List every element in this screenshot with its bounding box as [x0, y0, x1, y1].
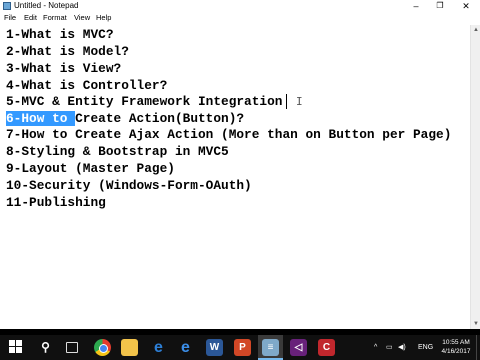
editor-line: 7-How to Create Ajax Action (More than o… [6, 127, 452, 142]
editor-line: 3-What is View? [6, 61, 122, 76]
menu-view[interactable]: View [74, 12, 90, 24]
editor-line: 10-Security (Windows-Form-OAuth) [6, 178, 252, 193]
visual-studio-icon[interactable]: ◁ [290, 339, 307, 356]
clock-time: 10:55 AM [442, 339, 470, 346]
edge-icon[interactable]: e [150, 339, 167, 356]
title-bar[interactable]: Untitled - Notepad – ❐ ✕ [0, 0, 480, 12]
editor-line: 11-Publishing [6, 195, 106, 210]
clock[interactable]: 10:55 AM 4/16/2017 [438, 338, 474, 356]
notepad-app-icon [3, 2, 11, 10]
text-caret [286, 94, 287, 109]
window-title: Untitled - Notepad [14, 1, 79, 10]
chrome-icon[interactable] [94, 339, 111, 356]
language-indicator[interactable]: ENG [418, 335, 433, 360]
editor-line: 9-Layout (Master Page) [6, 161, 175, 176]
powerpoint-icon[interactable]: P [234, 339, 251, 356]
task-view-icon[interactable] [66, 342, 78, 353]
notepad-icon[interactable]: ≡ [262, 339, 279, 356]
volume-icon[interactable]: ◀) [398, 335, 406, 360]
taskbar: ⚲ e e W P ≡ ◁ C ^ ▭ ◀) ENG 10:55 AM 4/16… [0, 335, 480, 360]
editor-line: 4-What is Controller? [6, 78, 168, 93]
close-button[interactable]: ✕ [454, 0, 478, 12]
network-icon[interactable]: ▭ [386, 335, 393, 360]
editor-line: 2-What is Model? [6, 44, 129, 59]
editor-line: 5-MVC & Entity Framework Integration [6, 94, 283, 109]
editor-line: 1-What is MVC? [6, 27, 114, 42]
editor-line-selected: 6-How to Create Action(Button)? [6, 111, 244, 127]
ibeam-cursor-icon: I [296, 95, 303, 108]
clock-date: 4/16/2017 [441, 348, 471, 355]
internet-explorer-icon[interactable]: e [177, 339, 194, 356]
app-icon[interactable]: C [318, 339, 335, 356]
word-icon[interactable]: W [206, 339, 223, 356]
show-desktop-button[interactable] [476, 335, 480, 360]
notepad-window: Untitled - Notepad – ❐ ✕ File Edit Forma… [0, 0, 480, 329]
menu-file[interactable]: File [4, 12, 16, 24]
search-icon[interactable]: ⚲ [37, 339, 54, 356]
editor-line: 8-Styling & Bootstrap in MVC5 [6, 144, 229, 159]
scroll-down-icon[interactable]: ▼ [471, 319, 480, 329]
maximize-button[interactable]: ❐ [428, 0, 452, 12]
unselected-text: Create Action(Button)? [75, 111, 245, 126]
minimize-button[interactable]: – [404, 0, 428, 12]
file-explorer-icon[interactable] [121, 339, 138, 356]
tray-overflow-icon[interactable]: ^ [374, 335, 377, 360]
windows-start-icon[interactable] [9, 340, 23, 354]
menu-help[interactable]: Help [96, 12, 111, 24]
menu-format[interactable]: Format [43, 12, 67, 24]
selected-text: 6-How to [6, 111, 76, 126]
vertical-scrollbar[interactable]: ▲ ▼ [470, 25, 480, 329]
menu-edit[interactable]: Edit [24, 12, 37, 24]
scroll-up-icon[interactable]: ▲ [471, 25, 480, 35]
text-editor[interactable]: 1-What is MVC? 2-What is Model? 3-What i… [0, 25, 470, 329]
menu-bar: File Edit Format View Help [0, 12, 480, 24]
